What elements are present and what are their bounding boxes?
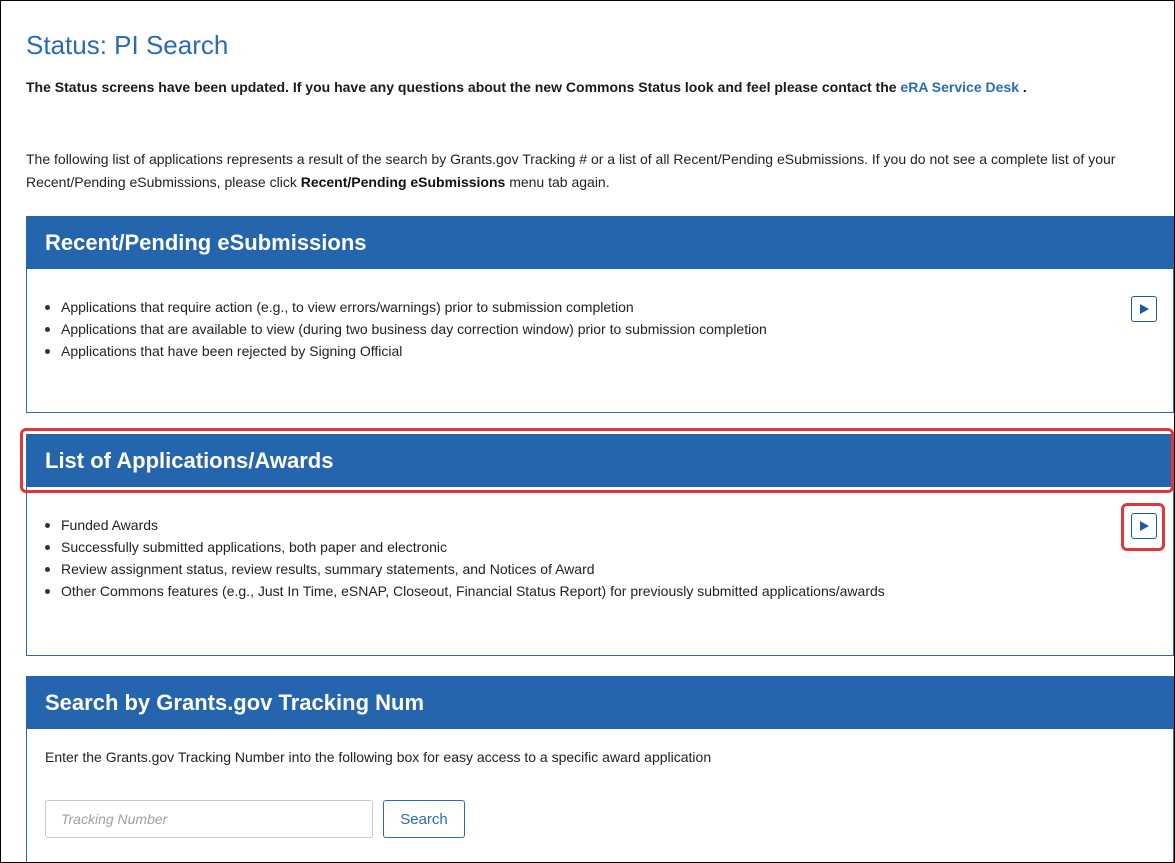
search-description: Enter the Grants.gov Tracking Number int… xyxy=(45,749,712,765)
intro-paragraph: The following list of applications repre… xyxy=(26,148,1156,194)
notice-end: . xyxy=(1018,79,1027,95)
recent-pending-open-button[interactable] xyxy=(1131,296,1157,322)
page-frame: Status: PI Search The Status screens hav… xyxy=(0,0,1175,863)
list-applications-panel-header[interactable]: List of Applications/Awards xyxy=(26,434,1174,487)
list-applications-open-button[interactable] xyxy=(1131,513,1157,539)
list-applications-list: Funded Awards Successfully submitted app… xyxy=(27,514,1173,602)
play-icon xyxy=(1140,304,1149,314)
tracking-number-input[interactable] xyxy=(45,800,373,838)
list-item: Review assignment status, review results… xyxy=(45,558,1173,580)
list-item: Applications that have been rejected by … xyxy=(45,340,1173,362)
intro-bold-menu-name: Recent/Pending eSubmissions xyxy=(300,174,506,190)
recent-pending-list: Applications that require action (e.g., … xyxy=(27,296,1173,362)
page-title: Status: PI Search xyxy=(26,30,229,60)
search-tracking-panel: Search by Grants.gov Tracking Num Enter … xyxy=(26,676,1174,862)
recent-pending-panel-body: Applications that require action (e.g., … xyxy=(27,269,1173,362)
era-service-desk-link[interactable]: eRA Service Desk xyxy=(900,79,1019,95)
list-item: Applications that are available to view … xyxy=(45,318,1173,340)
list-applications-panel-body: Funded Awards Successfully submitted app… xyxy=(27,487,1173,602)
search-button[interactable]: Search xyxy=(383,800,465,838)
list-item: Successfully submitted applications, bot… xyxy=(45,536,1173,558)
search-tracking-panel-header[interactable]: Search by Grants.gov Tracking Num xyxy=(26,676,1174,729)
intro-text-2: menu tab again. xyxy=(505,174,610,190)
update-notice: The Status screens have been updated. If… xyxy=(26,76,1151,99)
list-applications-panel: List of Applications/Awards Funded Award… xyxy=(26,434,1174,656)
notice-text: The Status screens have been updated. If… xyxy=(26,79,901,95)
recent-pending-panel-header[interactable]: Recent/Pending eSubmissions xyxy=(26,216,1174,269)
list-item: Applications that require action (e.g., … xyxy=(45,296,1173,318)
play-icon xyxy=(1140,521,1149,531)
list-item: Funded Awards xyxy=(45,514,1173,536)
recent-pending-panel: Recent/Pending eSubmissions Applications… xyxy=(26,216,1174,413)
list-item: Other Commons features (e.g., Just In Ti… xyxy=(45,580,1173,602)
